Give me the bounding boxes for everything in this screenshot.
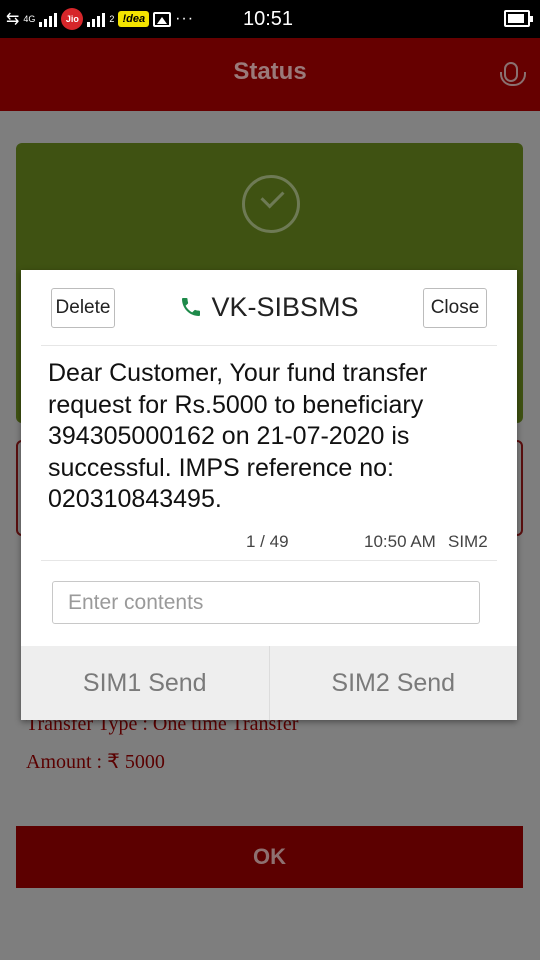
send-actions: SIM1 Send SIM2 Send: [21, 646, 517, 720]
message-counter: 1 / 49: [246, 532, 289, 551]
sim2-send-button[interactable]: SIM2 Send: [268, 646, 517, 720]
ok-button[interactable]: OK: [16, 826, 523, 888]
message-timestamp: 10:50 AM: [364, 532, 436, 551]
message-sim: SIM2: [448, 532, 488, 551]
divider: [41, 345, 497, 346]
sim2-index: 2: [109, 14, 115, 24]
divider: [41, 560, 497, 561]
image-icon: [153, 11, 172, 27]
app-bar: Status: [0, 38, 540, 111]
microphone-icon[interactable]: [500, 62, 526, 86]
battery-icon: [504, 10, 533, 27]
status-bar: ⇆ 4G Jio 2 !dea ··· 10:51: [0, 0, 540, 38]
sms-dialog: Delete VK-SIBSMS Close Dear Customer, Yo…: [21, 270, 517, 720]
carrier-idea-icon: !dea: [118, 11, 150, 27]
network-type: 4G: [23, 14, 36, 24]
carrier-jio-icon: Jio: [61, 8, 84, 30]
amount-text: Amount : ₹ 5000: [26, 751, 165, 773]
more-notifications-icon: ···: [175, 10, 195, 27]
signal-icon: [39, 11, 58, 27]
data-transfer-icon: ⇆: [6, 11, 20, 28]
reply-input[interactable]: [52, 581, 480, 624]
page-title: Status: [233, 58, 307, 85]
phone-icon[interactable]: [179, 295, 203, 319]
clock: 10:51: [243, 8, 294, 30]
signal-icon: [87, 11, 106, 27]
sender-name: VK-SIBSMS: [211, 292, 359, 322]
status-icons: ⇆ 4G Jio 2 !dea ···: [6, 7, 194, 31]
close-button[interactable]: Close: [423, 288, 487, 328]
sim1-send-button[interactable]: SIM1 Send: [21, 646, 269, 720]
check-circle-icon: [242, 175, 300, 233]
message-body: Dear Customer, Your fund transfer reques…: [48, 359, 428, 513]
